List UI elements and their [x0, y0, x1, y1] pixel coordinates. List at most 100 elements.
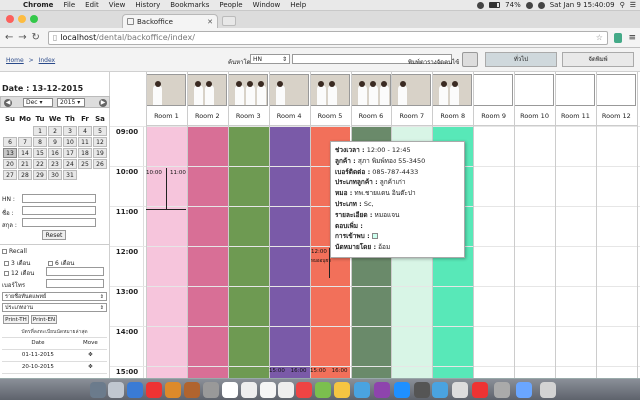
view-arrange-button[interactable]: จัดพิมพ์	[562, 52, 634, 67]
dock-app-icon[interactable]	[334, 382, 350, 398]
room-column[interactable]	[186, 126, 228, 378]
dock-app-icon[interactable]	[165, 382, 181, 398]
dock-app-icon[interactable]	[494, 382, 510, 398]
calendar-day[interactable]: 23	[48, 159, 62, 169]
minimize-window-icon[interactable]	[18, 15, 26, 23]
search-field-select[interactable]: HN ⇕	[250, 54, 290, 64]
menu-edit[interactable]: Edit	[80, 1, 104, 9]
move-icon[interactable]: ✥	[73, 361, 107, 374]
calendar-day[interactable]: 21	[18, 159, 32, 169]
move-icon[interactable]: ✥	[73, 349, 107, 362]
next-month-icon[interactable]: ▶	[99, 99, 107, 107]
calendar-day[interactable]: 20	[3, 159, 17, 169]
browser-tab[interactable]: Backoffice ✕	[122, 14, 218, 28]
room-column[interactable]	[473, 126, 515, 378]
menu-file[interactable]: File	[58, 1, 80, 9]
calendar-day[interactable]: 6	[3, 137, 17, 147]
menu-view[interactable]: View	[104, 1, 131, 9]
calendar-day[interactable]: 14	[18, 148, 32, 158]
room-column[interactable]	[268, 126, 310, 378]
recall-3m-radio[interactable]: 3 เดือน	[4, 258, 30, 268]
wifi-icon[interactable]	[537, 1, 545, 9]
work-type-select[interactable]: ประเภทงาน ⇕	[2, 303, 107, 312]
calendar-day[interactable]: 19	[93, 148, 107, 158]
phone-input[interactable]	[46, 279, 104, 288]
menu-people[interactable]: People	[214, 1, 247, 9]
dock-app-icon[interactable]	[315, 382, 331, 398]
calendar-day[interactable]: 9	[48, 137, 62, 147]
dock-app-icon[interactable]	[90, 382, 106, 398]
calendar-day[interactable]: 10	[63, 137, 77, 147]
dock-app-icon[interactable]	[540, 382, 556, 398]
dock-app-icon[interactable]	[127, 382, 143, 398]
print-en-button[interactable]: Print-EN	[31, 315, 57, 324]
dock-app-icon[interactable]	[203, 382, 219, 398]
clock[interactable]: Sat Jan 9 15:40:09	[550, 1, 615, 9]
dock-app-icon[interactable]	[414, 382, 430, 398]
menu-help[interactable]: Help	[285, 1, 311, 9]
breadcrumb-home-link[interactable]: Home	[6, 57, 24, 64]
dock-app-icon[interactable]	[516, 382, 532, 398]
calendar-day[interactable]: 31	[63, 170, 77, 180]
back-icon[interactable]: ←	[4, 32, 14, 44]
chrome-menu-icon[interactable]: ≡	[628, 33, 636, 43]
calendar-day[interactable]: 25	[78, 159, 92, 169]
surname-input[interactable]	[22, 218, 96, 227]
appointment-room4-bottom[interactable]: 15:00 16:00	[269, 368, 306, 374]
calendar-day[interactable]: 26	[93, 159, 107, 169]
reload-icon[interactable]: ↻	[31, 32, 41, 44]
calendar-day[interactable]: 8	[33, 137, 47, 147]
calendar-day[interactable]: 12	[93, 137, 107, 147]
status-icon[interactable]	[477, 1, 485, 9]
dock-app-icon[interactable]	[452, 382, 468, 398]
forward-icon[interactable]: →	[17, 32, 27, 44]
bookmark-star-icon[interactable]: ☆	[596, 33, 603, 42]
visit-status-icon[interactable]	[371, 233, 378, 240]
calendar-day[interactable]: 17	[63, 148, 77, 158]
appointment-room1[interactable]: 10:00 11:00	[146, 168, 186, 210]
dock-app-icon[interactable]	[296, 382, 312, 398]
recall-12m-radio[interactable]: 12 เดือน	[4, 268, 34, 278]
dock-app-icon[interactable]	[260, 382, 276, 398]
calendar-day[interactable]: 24	[63, 159, 77, 169]
room-column[interactable]	[514, 126, 555, 378]
print-schedule-icon[interactable]	[462, 52, 478, 67]
calendar-day[interactable]: 4	[78, 126, 92, 136]
calendar-day[interactable]: 13	[3, 148, 17, 158]
calendar-day[interactable]: 16	[48, 148, 62, 158]
calendar-day[interactable]: 27	[3, 170, 17, 180]
dock-app-icon[interactable]	[278, 382, 294, 398]
hn-input[interactable]	[22, 194, 96, 203]
menu-app-name[interactable]: Chrome	[18, 1, 58, 9]
month-select[interactable]: Dec ▾	[23, 98, 53, 107]
spotlight-icon[interactable]: ⚲	[620, 1, 625, 9]
calendar-day[interactable]: 7	[18, 137, 32, 147]
dock-app-icon[interactable]	[146, 382, 162, 398]
breadcrumb-index-link[interactable]: Index	[39, 57, 56, 64]
room-column[interactable]	[555, 126, 596, 378]
recall-checkbox[interactable]: Recall	[2, 248, 27, 255]
calendar-day[interactable]: 2	[48, 126, 62, 136]
dock-app-icon[interactable]	[472, 382, 488, 398]
menu-bookmarks[interactable]: Bookmarks	[165, 1, 214, 9]
calendar-day[interactable]: 29	[33, 170, 47, 180]
name-input[interactable]	[22, 206, 96, 215]
room-column[interactable]	[595, 126, 637, 378]
room-column[interactable]	[227, 126, 269, 378]
calendar-day[interactable]: 28	[18, 170, 32, 180]
recall-input[interactable]	[46, 267, 104, 276]
dock-app-icon[interactable]	[432, 382, 448, 398]
address-bar[interactable]: ▯ localhost /dental/backoffice/index/ ☆	[47, 30, 608, 45]
page-info-icon[interactable]: ▯	[53, 33, 57, 42]
year-select[interactable]: 2015 ▾	[57, 98, 85, 107]
calendar-day[interactable]: 3	[63, 126, 77, 136]
calendar-day[interactable]: 1	[33, 126, 47, 136]
notification-center-icon[interactable]: ☰	[630, 1, 636, 9]
reset-button[interactable]: Reset	[42, 230, 66, 240]
room-column[interactable]	[146, 126, 187, 378]
calendar-day[interactable]: 11	[78, 137, 92, 147]
battery-icon[interactable]	[489, 2, 501, 8]
dock-app-icon[interactable]	[374, 382, 390, 398]
extension-icon[interactable]	[613, 32, 623, 43]
view-general-button[interactable]: ทั่วไป	[485, 52, 557, 67]
